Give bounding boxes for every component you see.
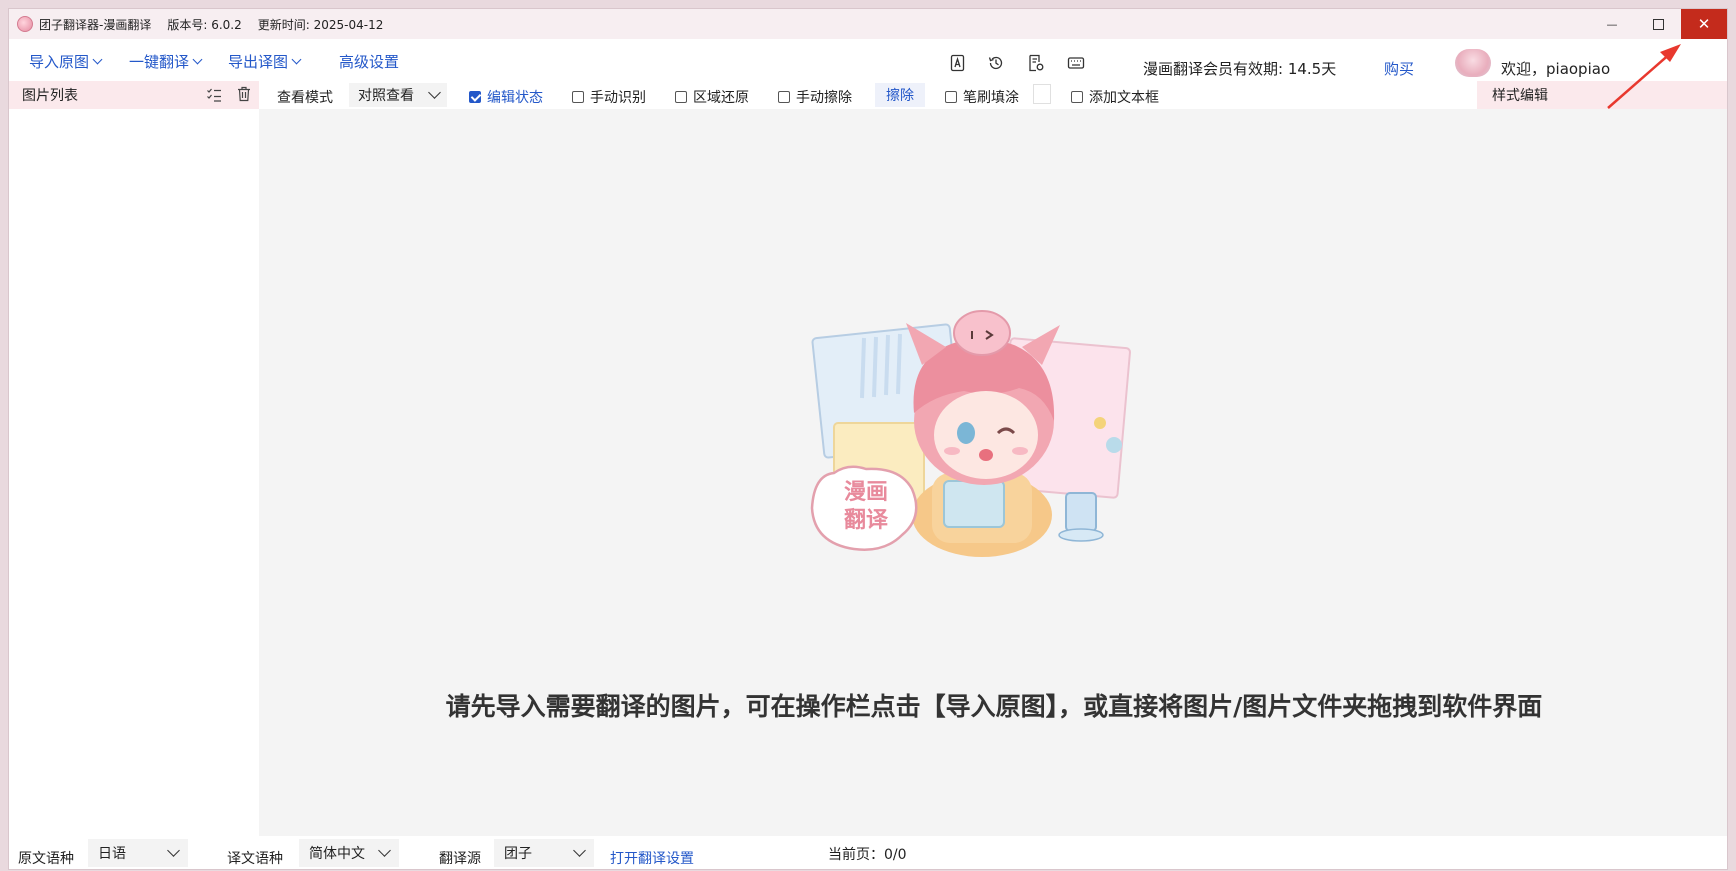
- style-edit-title: 样式编辑: [1492, 88, 1548, 104]
- open-translation-settings-link[interactable]: 打开翻译设置: [610, 848, 694, 868]
- checkbox-icon: [778, 91, 790, 103]
- membership-validity: 漫画翻译会员有效期: 14.5天: [1143, 60, 1337, 78]
- keyboard-icon[interactable]: [1067, 54, 1085, 72]
- source-language-label: 原文语种: [18, 851, 74, 867]
- one-click-translate-label: 一键翻译: [129, 53, 190, 71]
- manual-ocr-label: 手动识别: [590, 90, 646, 106]
- target-language-select[interactable]: 简体中文: [299, 839, 399, 867]
- welcome-user: 欢迎，piaopiao: [1501, 60, 1611, 78]
- minimize-icon: —: [1606, 17, 1618, 31]
- badge-line-1: 漫画: [844, 480, 888, 505]
- source-language-select[interactable]: 日语: [88, 839, 188, 867]
- translation-engine-select[interactable]: 团子: [494, 839, 594, 867]
- manual-ocr-checkbox[interactable]: 手动识别: [572, 87, 646, 107]
- chevron-down-icon: [92, 54, 103, 65]
- manga-translation-mascot-illustration: 漫画 翻译: [810, 310, 1131, 557]
- update-time-label: 更新时间: 2025-04-12: [257, 17, 384, 32]
- export-translation-menu[interactable]: 导出译图: [228, 51, 302, 72]
- current-page-indicator: 当前页：0/0: [828, 844, 907, 864]
- erase-button[interactable]: 擦除: [875, 83, 925, 107]
- avatar[interactable]: [1455, 49, 1491, 77]
- manual-erase-checkbox[interactable]: 手动擦除: [778, 87, 852, 107]
- chevron-down-icon: [378, 844, 391, 857]
- checkbox-icon: [572, 91, 584, 103]
- app-window: 团子翻译器-漫画翻译 版本号: 6.0.2 更新时间: 2025-04-12 —…: [8, 8, 1728, 870]
- export-translation-label: 导出译图: [228, 53, 289, 71]
- image-list-panel[interactable]: 图片列表: [9, 81, 259, 836]
- add-textbox-label: 添加文本框: [1089, 90, 1159, 106]
- chevron-down-icon: [428, 86, 441, 99]
- maximize-icon: [1652, 18, 1664, 30]
- add-textbox-checkbox[interactable]: 添加文本框: [1071, 87, 1159, 107]
- app-logo-icon: [17, 16, 33, 32]
- history-icon[interactable]: [987, 54, 1005, 72]
- checkbox-icon: [1071, 91, 1083, 103]
- canvas-area[interactable]: 漫画 翻译 请先导入需要翻译的图片，可在操作栏点击【导入原图】，或直接将图片/图…: [259, 109, 1727, 836]
- font-icon[interactable]: [949, 54, 967, 72]
- brush-fill-checkbox[interactable]: 笔刷填涂: [945, 87, 1019, 107]
- target-language-value: 简体中文: [309, 846, 365, 862]
- version-label: 版本号: 6.0.2: [167, 17, 242, 32]
- brush-fill-label: 笔刷填涂: [963, 90, 1019, 106]
- view-mode-value: 对照查看: [358, 88, 414, 104]
- maximize-button[interactable]: [1635, 9, 1681, 39]
- chevron-down-icon: [291, 54, 302, 65]
- region-restore-label: 区域还原: [693, 90, 749, 106]
- buy-link[interactable]: 购买: [1384, 58, 1414, 79]
- checkbox-checked-icon: [469, 91, 481, 103]
- bottom-bar: 原文语种 日语 译文语种 简体中文 翻译源 团子 打开翻译设置 当前页：0/0: [9, 836, 1727, 869]
- translation-engine-value: 团子: [504, 846, 532, 862]
- manual-erase-label: 手动擦除: [796, 90, 852, 106]
- edit-toolbar: 查看模式 对照查看 编辑状态 手动识别 区域还原 手动擦除 擦除 笔刷填涂 添加…: [259, 81, 1477, 109]
- one-click-translate-menu[interactable]: 一键翻译: [129, 51, 203, 72]
- view-mode-select[interactable]: 对照查看: [349, 83, 447, 107]
- chevron-down-icon: [167, 844, 180, 857]
- import-original-label: 导入原图: [29, 53, 90, 71]
- image-list-title: 图片列表: [22, 88, 78, 104]
- translation-engine-label: 翻译源: [439, 851, 481, 867]
- brush-color-swatch[interactable]: [1033, 84, 1051, 104]
- chevron-down-icon: [192, 54, 203, 65]
- current-page-value: 0/0: [884, 847, 907, 863]
- checkbox-icon: [945, 91, 957, 103]
- chevron-down-icon: [573, 844, 586, 857]
- advanced-settings-menu[interactable]: 高级设置: [339, 51, 399, 72]
- target-language-label: 译文语种: [227, 851, 283, 867]
- region-restore-checkbox[interactable]: 区域还原: [675, 87, 749, 107]
- image-list-header: 图片列表: [9, 81, 259, 109]
- checkbox-icon: [675, 91, 687, 103]
- app-title: 团子翻译器-漫画翻译: [39, 17, 152, 32]
- import-original-menu[interactable]: 导入原图: [29, 51, 103, 72]
- source-language-value: 日语: [98, 846, 126, 862]
- document-settings-icon[interactable]: [1027, 54, 1045, 72]
- checklist-icon[interactable]: [206, 87, 222, 103]
- current-page-label: 当前页：: [828, 847, 884, 863]
- edit-state-label: 编辑状态: [487, 90, 543, 106]
- badge-line-2: 翻译: [844, 508, 889, 533]
- edit-state-checkbox[interactable]: 编辑状态: [469, 87, 543, 107]
- trash-icon[interactable]: [237, 86, 251, 102]
- close-button[interactable]: ✕: [1681, 9, 1727, 39]
- minimize-button[interactable]: —: [1589, 9, 1635, 39]
- style-edit-panel: 样式编辑: [1477, 81, 1727, 109]
- title-bar[interactable]: 团子翻译器-漫画翻译 版本号: 6.0.2 更新时间: 2025-04-12 —…: [9, 9, 1727, 39]
- import-hint-text: 请先导入需要翻译的图片，可在操作栏点击【导入原图】，或直接将图片/图片文件夹拖拽…: [445, 692, 1543, 721]
- view-mode-label: 查看模式: [277, 90, 333, 106]
- close-icon: ✕: [1697, 15, 1711, 33]
